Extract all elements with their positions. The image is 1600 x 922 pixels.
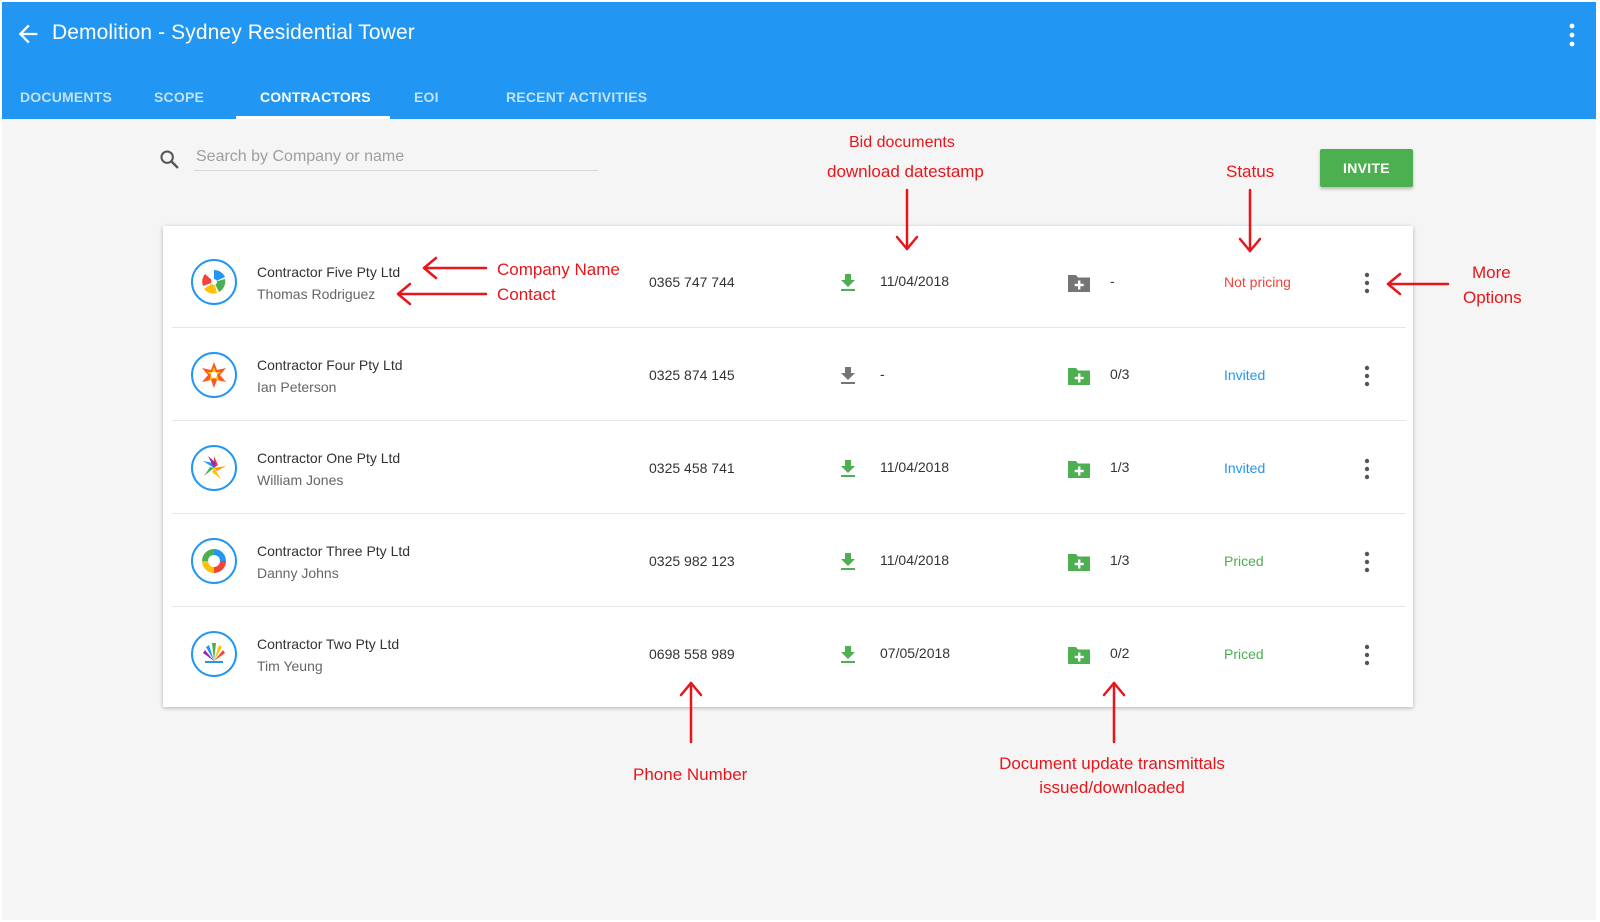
- more-vert-icon[interactable]: [1566, 22, 1578, 48]
- table-row[interactable]: Contractor One Pty Ltd William Jones 032…: [172, 421, 1406, 514]
- tab-scope[interactable]: SCOPE: [132, 74, 236, 119]
- more-vert-icon[interactable]: [1361, 271, 1373, 295]
- download-date: -: [880, 366, 885, 382]
- status-label: Invited: [1224, 460, 1266, 476]
- ring-logo-icon: [202, 549, 226, 573]
- download-icon[interactable]: [835, 550, 861, 574]
- folder-add-icon[interactable]: [1066, 365, 1092, 387]
- annotation-more: More: [1472, 263, 1511, 282]
- annotation-doc-update-1: Document update transmittals: [999, 754, 1225, 773]
- phone-number: 0325 874 145: [649, 367, 735, 383]
- download-date: 11/04/2018: [880, 459, 950, 475]
- tab-contractors[interactable]: CONTRACTORS: [236, 74, 390, 119]
- annotation-status: Status: [1226, 162, 1275, 181]
- company-logo: [191, 259, 237, 305]
- pinwheel-logo-icon: [202, 269, 226, 294]
- search-input[interactable]: [194, 143, 598, 171]
- table-row[interactable]: Contractor Two Pty Ltd Tim Yeung 0698 55…: [172, 607, 1406, 700]
- more-vert-icon[interactable]: [1361, 550, 1373, 574]
- annotation-phone-number: Phone Number: [633, 765, 748, 784]
- annotation-doc-update-2: issued/downloaded: [1039, 778, 1185, 797]
- download-date: 11/04/2018: [880, 552, 950, 568]
- transmittal-count: 0/3: [1110, 366, 1130, 382]
- folder-add-icon[interactable]: [1066, 551, 1092, 573]
- status-label: Priced: [1224, 646, 1264, 662]
- company-name: Contractor Three Pty Ltd: [257, 543, 411, 559]
- transmittal-count: -: [1110, 273, 1115, 289]
- phone-number: 0325 458 741: [649, 460, 735, 476]
- more-vert-icon[interactable]: [1361, 457, 1373, 481]
- folder-add-icon[interactable]: [1066, 458, 1092, 480]
- download-icon[interactable]: [835, 364, 861, 388]
- download-icon[interactable]: [835, 457, 861, 481]
- tab-eoi[interactable]: EOI: [390, 74, 484, 119]
- fan-logo-icon: [203, 643, 225, 663]
- company-name: Contractor Two Pty Ltd: [257, 636, 400, 652]
- star-logo-icon: [202, 362, 226, 388]
- annotation-download-datestamp: download datestamp: [827, 162, 984, 181]
- tab-documents[interactable]: DOCUMENTS: [2, 74, 132, 119]
- status-label: Invited: [1224, 367, 1266, 383]
- phone-number: 0365 747 744: [649, 274, 735, 290]
- company-logo: [191, 352, 237, 398]
- search-icon: [160, 150, 179, 169]
- contact-name: Thomas Rodriguez: [257, 286, 376, 302]
- contact-name: Tim Yeung: [257, 658, 323, 674]
- transmittal-count: 0/2: [1110, 645, 1130, 661]
- company-name: Contractor One Pty Ltd: [257, 450, 401, 466]
- table-row[interactable]: Contractor Three Pty Ltd Danny Johns 032…: [172, 514, 1406, 607]
- company-name: Contractor Five Pty Ltd: [257, 264, 401, 280]
- annotation-company-name: Company Name: [497, 260, 620, 279]
- transmittal-count: 1/3: [1110, 459, 1130, 475]
- download-date: 07/05/2018: [880, 645, 951, 661]
- company-logo: [191, 445, 237, 491]
- folder-add-icon[interactable]: [1066, 272, 1092, 294]
- app-window: Demolition - Sydney Residential Tower DO…: [2, 2, 1596, 920]
- company-name: Contractor Four Pty Ltd: [257, 357, 403, 373]
- folder-add-icon[interactable]: [1066, 644, 1092, 666]
- phone-number: 0698 558 989: [649, 646, 735, 662]
- contact-name: Ian Peterson: [257, 379, 337, 395]
- tab-recent-activities[interactable]: RECENT ACTIVITIES: [484, 74, 684, 119]
- table-row[interactable]: Contractor Four Pty Ltd Ian Peterson 032…: [172, 328, 1406, 421]
- status-label: Priced: [1224, 553, 1264, 569]
- download-date: 11/04/2018: [880, 273, 950, 289]
- annotation-bid-documents: Bid documents: [849, 134, 955, 151]
- download-icon[interactable]: [835, 643, 861, 667]
- company-logo: [191, 631, 237, 677]
- annotation-contact: Contact: [497, 285, 556, 304]
- page-title: Demolition - Sydney Residential Tower: [52, 21, 415, 44]
- back-arrow-icon[interactable]: [14, 20, 42, 48]
- annotation-options: Options: [1463, 288, 1522, 307]
- table-row[interactable]: Contractor Five Pty Ltd Thomas Rodriguez…: [172, 235, 1406, 328]
- more-vert-icon[interactable]: [1361, 643, 1373, 667]
- tab-bar: DOCUMENTS SCOPE CONTRACTORS EOI RECENT A…: [2, 74, 684, 119]
- invite-button[interactable]: INVITE: [1320, 149, 1413, 187]
- phone-number: 0325 982 123: [649, 553, 735, 569]
- more-vert-icon[interactable]: [1361, 364, 1373, 388]
- status-label: Not pricing: [1224, 274, 1291, 290]
- flower-logo-icon: [203, 456, 226, 479]
- contact-name: Danny Johns: [257, 565, 339, 581]
- contractors-card: Contractor Five Pty Ltd Thomas Rodriguez…: [163, 226, 1413, 707]
- app-bar: Demolition - Sydney Residential Tower DO…: [2, 2, 1596, 119]
- transmittal-count: 1/3: [1110, 552, 1130, 568]
- company-logo: [191, 538, 237, 584]
- contact-name: William Jones: [257, 472, 344, 488]
- download-icon[interactable]: [835, 271, 861, 295]
